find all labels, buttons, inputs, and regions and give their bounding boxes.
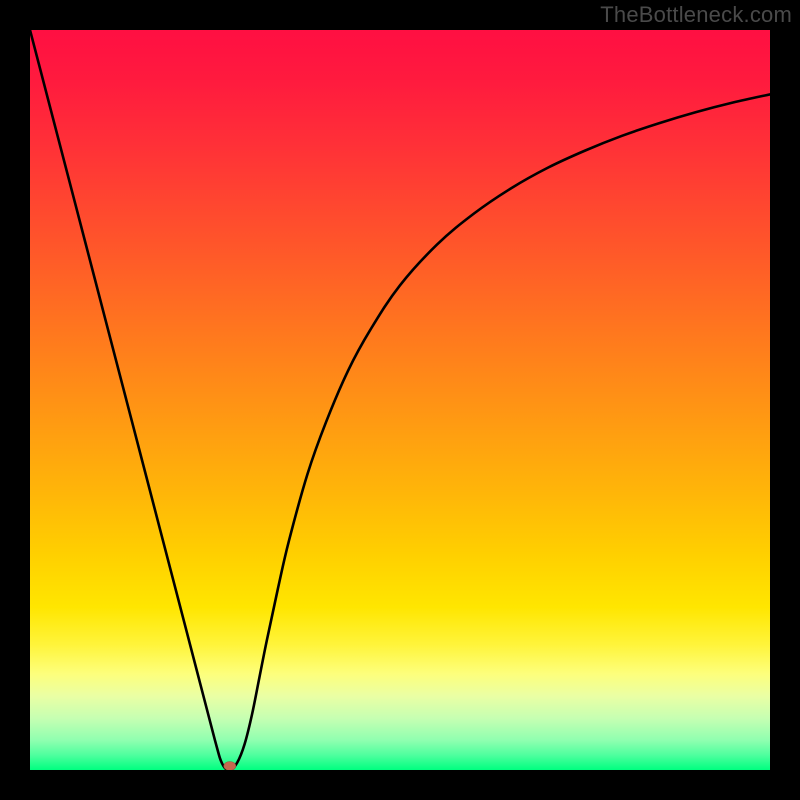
watermark-text: TheBottleneck.com bbox=[600, 2, 792, 28]
background-gradient bbox=[30, 30, 770, 770]
chart-frame: TheBottleneck.com bbox=[0, 0, 800, 800]
plot-area bbox=[30, 30, 770, 770]
